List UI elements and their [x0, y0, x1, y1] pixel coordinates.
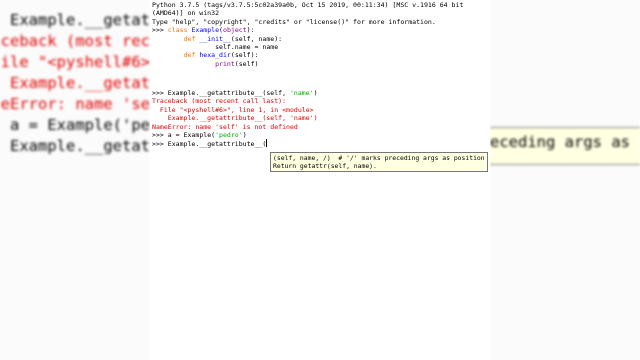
calltip-doc: Return getattr(self, name). [273, 162, 377, 171]
calltip-popup: (self, name, /) # '/' marks preceding ar… [270, 152, 488, 172]
zoomed-background-right: eceding args as posit [490, 0, 640, 360]
text-cursor [266, 139, 268, 148]
init-body-line: self.name = name [215, 43, 279, 51]
bg-left-line-3: File "<pyshell#6> [0, 53, 150, 71]
class-def-line: >>> class Example(object): [152, 26, 255, 35]
hexa-def-line: def hexa_dir(self): [183, 51, 259, 60]
traceback-line-2: File "<pyshell#6>", line 1, in <module> [152, 105, 314, 114]
bg-left-line-1: >>> Example.__getat [0, 11, 150, 29]
command-line-3[interactable]: >>> Example.__getattribute__( [152, 139, 268, 148]
zoomed-background-left: >>> Example.__getat Traceback (most rec … [0, 0, 150, 360]
traceback-line-3: Example.__getattribute__(self, 'name') [152, 114, 318, 123]
header-line-2: (AMD64)] on win32 [152, 9, 220, 18]
bg-right-line-1: eceding args as posit [490, 133, 640, 151]
traceback-line-1: Traceback (most recent call last): [152, 97, 287, 106]
header-line-3: Type "help", "copyright", "credits" or "… [152, 17, 436, 26]
hexa-body-line: print(self) [215, 59, 259, 68]
idle-shell-window[interactable]: Python 3.7.5 (tags/v3.7.5:5c02a39a0b, Oc… [150, 0, 490, 360]
command-line-2: >>> a = Example('pedro') [152, 131, 247, 139]
bg-left-line-5: NameError: name 'se [0, 95, 150, 113]
header-line-1: Python 3.7.5 (tags/v3.7.5:5c02a39a0b, Oc… [152, 1, 464, 9]
init-def-line: def __init__(self, name): [183, 34, 283, 43]
calltip-signature: (self, name, /) # '/' marks preceding ar… [273, 154, 485, 162]
bg-left-line-4: Example.__getat [10, 74, 150, 92]
command-line-1: >>> Example.__getattribute__(self, 'name… [152, 89, 318, 97]
bg-left-line-6: >>> a = Example('pe [0, 116, 150, 134]
traceback-line-4: NameError: name 'self' is not defined [152, 122, 298, 131]
bg-left-line-7: >>> Example.__getat [0, 137, 150, 155]
bg-left-line-2: Traceback (most rec [0, 32, 150, 50]
